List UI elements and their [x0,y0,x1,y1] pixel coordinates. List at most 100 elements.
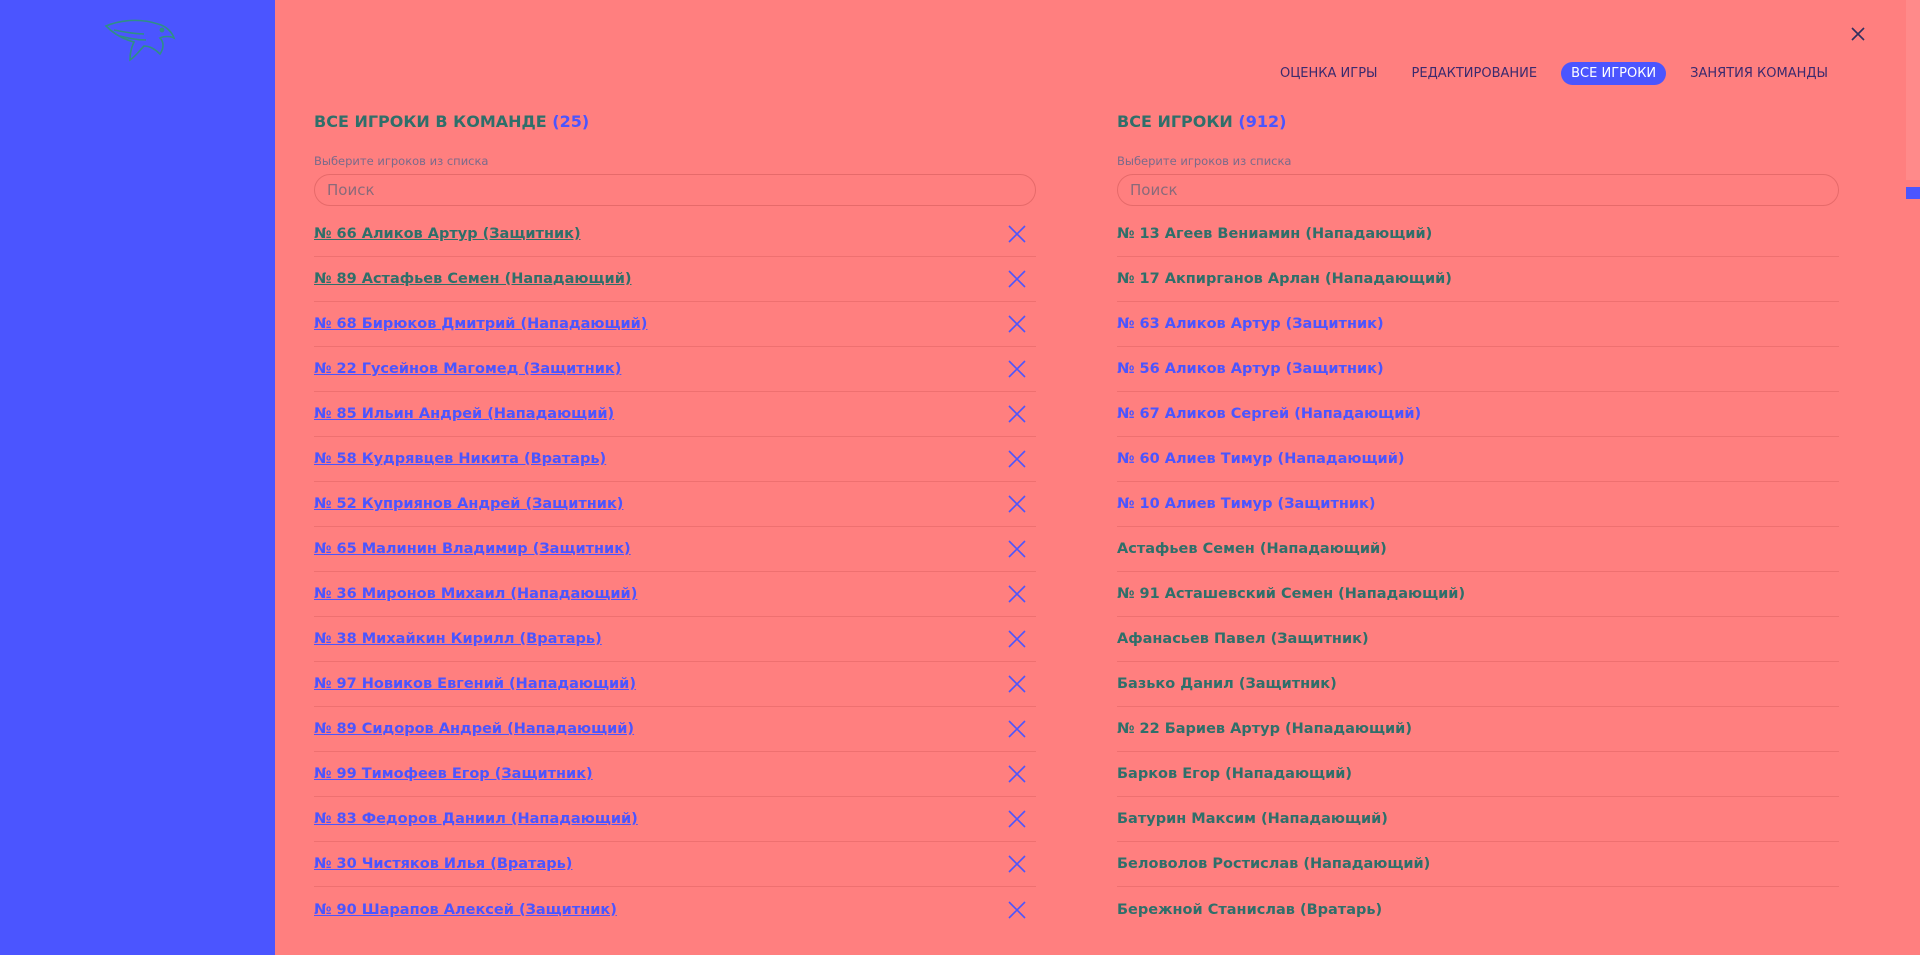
remove-x-icon[interactable] [1006,313,1028,335]
remove-x-icon[interactable] [1006,853,1028,875]
all-players-list: № 13 Агеев Вениамин (Нападающий) № 17 Акп… [1117,212,1839,932]
remove-x-icon[interactable] [1006,718,1028,740]
team-player-name[interactable]: № 65 Малинин Владимир (Защитник) [314,541,631,557]
team-player-name[interactable]: № 99 Тимофеев Егор (Защитник) [314,766,593,782]
team-players-count: (25) [552,112,590,131]
team-player-row: № 99 Тимофеев Егор (Защитник) [314,752,1036,797]
remove-x-icon[interactable] [1006,673,1028,695]
all-players-search-input[interactable] [1117,174,1839,206]
all-player-name[interactable]: № 63 Аликов Артур (Защитник) [1117,316,1384,332]
all-player-row: Афанасьев Павел (Защитник) [1117,617,1839,662]
all-player-row: Беловолов Ростислав (Нападающий) [1117,842,1839,887]
all-players-title: ВСЕ ИГРОКИ (912) [1117,108,1839,136]
team-player-row: № 65 Малинин Владимир (Защитник) [314,527,1036,572]
all-player-name[interactable]: Бережной Станислав (Вратарь) [1117,902,1382,918]
remove-x-icon[interactable] [1006,808,1028,830]
team-player-row: № 90 Шарапов Алексей (Защитник) [314,887,1036,932]
all-player-row: Барков Егор (Нападающий) [1117,752,1839,797]
team-player-name[interactable]: № 36 Миронов Михаил (Нападающий) [314,586,637,602]
team-player-name[interactable]: № 38 Михайкин Кирилл (Вратарь) [314,631,602,647]
team-player-name[interactable]: № 85 Ильин Андрей (Нападающий) [314,406,614,422]
remove-x-icon[interactable] [1006,538,1028,560]
scroll-thumb[interactable] [1906,187,1920,199]
team-players-panel: ВСЕ ИГРОКИ В КОМАНДЕ (25) Выберите игрок… [314,108,1036,932]
all-player-row: Бережной Станислав (Вратарь) [1117,887,1839,932]
all-player-name[interactable]: Батурин Максим (Нападающий) [1117,811,1388,827]
remove-x-icon[interactable] [1006,268,1028,290]
all-player-name[interactable]: № 91 Асташевский Семен (Нападающий) [1117,586,1465,602]
eagle-logo-icon[interactable] [100,16,178,64]
all-player-name[interactable]: № 10 Алиев Тимур (Защитник) [1117,496,1376,512]
team-player-row: № 58 Кудрявцев Никита (Вратарь) [314,437,1036,482]
team-player-row: № 85 Ильин Андрей (Нападающий) [314,392,1036,437]
tab-1[interactable]: ОЦЕНКА ИГРЫ [1270,62,1388,85]
all-player-name[interactable]: Астафьев Семен (Нападающий) [1117,541,1387,557]
all-player-row: № 13 Агеев Вениамин (Нападающий) [1117,212,1839,257]
team-player-row: № 66 Аликов Артур (Защитник) [314,212,1036,257]
tab-3[interactable]: ВСЕ ИГРОКИ [1561,62,1667,85]
tab-2[interactable]: РЕДАКТИРОВАНИЕ [1402,62,1548,85]
team-player-name[interactable]: № 89 Сидоров Андрей (Нападающий) [314,721,634,737]
team-player-name[interactable]: № 97 Новиков Евгений (Нападающий) [314,676,636,692]
team-player-row: № 52 Куприянов Андрей (Защитник) [314,482,1036,527]
all-player-row: Астафьев Семен (Нападающий) [1117,527,1839,572]
team-player-row: № 36 Миронов Михаил (Нападающий) [314,572,1036,617]
team-player-row: № 83 Федоров Даниил (Нападающий) [314,797,1036,842]
all-player-name[interactable]: № 22 Бариев Артур (Нападающий) [1117,721,1412,737]
team-player-name[interactable]: № 90 Шарапов Алексей (Защитник) [314,902,617,918]
all-player-name[interactable]: № 67 Аликов Сергей (Нападающий) [1117,406,1421,422]
remove-x-icon[interactable] [1006,403,1028,425]
all-players-count: (912) [1238,112,1287,131]
remove-x-icon[interactable] [1006,628,1028,650]
all-player-row: № 56 Аликов Артур (Защитник) [1117,347,1839,392]
all-player-name[interactable]: № 56 Аликов Артур (Защитник) [1117,361,1384,377]
team-player-name[interactable]: № 30 Чистяков Илья (Вратарь) [314,856,572,872]
all-player-row: № 67 Аликов Сергей (Нападающий) [1117,392,1839,437]
all-player-row: № 10 Алиев Тимур (Защитник) [1117,482,1839,527]
all-players-title-text: ВСЕ ИГРОКИ [1117,112,1233,131]
remove-x-icon[interactable] [1006,493,1028,515]
all-player-row: № 60 Алиев Тимур (Нападающий) [1117,437,1839,482]
scroll-track [1906,0,1920,180]
team-players-title-text: ВСЕ ИГРОКИ В КОМАНДЕ [314,112,547,131]
team-player-row: № 89 Сидоров Андрей (Нападающий) [314,707,1036,752]
all-player-name[interactable]: № 17 Акпирганов Арлан (Нападающий) [1117,271,1452,287]
remove-x-icon[interactable] [1006,583,1028,605]
all-players-panel: ВСЕ ИГРОКИ (912) Выберите игроков из спи… [1117,108,1839,932]
team-player-name[interactable]: № 89 Астафьев Семен (Нападающий) [314,271,632,287]
remove-x-icon[interactable] [1006,358,1028,380]
scrollbar[interactable] [1906,0,1920,955]
all-player-name[interactable]: № 60 Алиев Тимур (Нападающий) [1117,451,1404,467]
team-player-name[interactable]: № 66 Аликов Артур (Защитник) [314,226,581,242]
all-player-name[interactable]: Афанасьев Павел (Защитник) [1117,631,1369,647]
remove-x-icon[interactable] [1006,223,1028,245]
all-player-row: № 91 Асташевский Семен (Нападающий) [1117,572,1839,617]
remove-x-icon[interactable] [1006,763,1028,785]
team-player-name[interactable]: № 52 Куприянов Андрей (Защитник) [314,496,623,512]
all-player-name[interactable]: Базько Данил (Защитник) [1117,676,1337,692]
team-player-row: № 89 Астафьев Семен (Нападающий) [314,257,1036,302]
all-players-hint: Выберите игроков из списка [1117,154,1292,168]
all-player-name[interactable]: Барков Егор (Нападающий) [1117,766,1352,782]
close-icon[interactable] [1848,24,1868,44]
team-player-row: № 68 Бирюков Дмитрий (Нападающий) [314,302,1036,347]
all-player-name[interactable]: № 13 Агеев Вениамин (Нападающий) [1117,226,1432,242]
remove-x-icon[interactable] [1006,899,1028,921]
all-player-name[interactable]: Беловолов Ростислав (Нападающий) [1117,856,1430,872]
team-player-name[interactable]: № 68 Бирюков Дмитрий (Нападающий) [314,316,647,332]
all-player-row: № 17 Акпирганов Арлан (Нападающий) [1117,257,1839,302]
team-players-search-input[interactable] [314,174,1036,206]
team-players-title: ВСЕ ИГРОКИ В КОМАНДЕ (25) [314,108,1036,136]
all-player-row: № 63 Аликов Артур (Защитник) [1117,302,1839,347]
mode-tabs: ОЦЕНКА ИГРЫ РЕДАКТИРОВАНИЕ ВСЕ ИГРОКИ ЗАНЯТ… [1270,62,1838,85]
team-players-list: № 66 Аликов Артур (Защитник) № 89 Астафье… [314,212,1036,932]
team-player-name[interactable]: № 58 Кудрявцев Никита (Вратарь) [314,451,606,467]
team-player-name[interactable]: № 83 Федоров Даниил (Нападающий) [314,811,638,827]
team-player-row: № 97 Новиков Евгений (Нападающий) [314,662,1036,707]
sidebar [0,0,275,955]
team-player-name[interactable]: № 22 Гусейнов Магомед (Защитник) [314,361,621,377]
remove-x-icon[interactable] [1006,448,1028,470]
all-player-row: № 22 Бариев Артур (Нападающий) [1117,707,1839,752]
tab-4[interactable]: ЗАНЯТИЯ КОМАНДЫ [1680,62,1838,85]
team-players-hint: Выберите игроков из списка [314,154,489,168]
